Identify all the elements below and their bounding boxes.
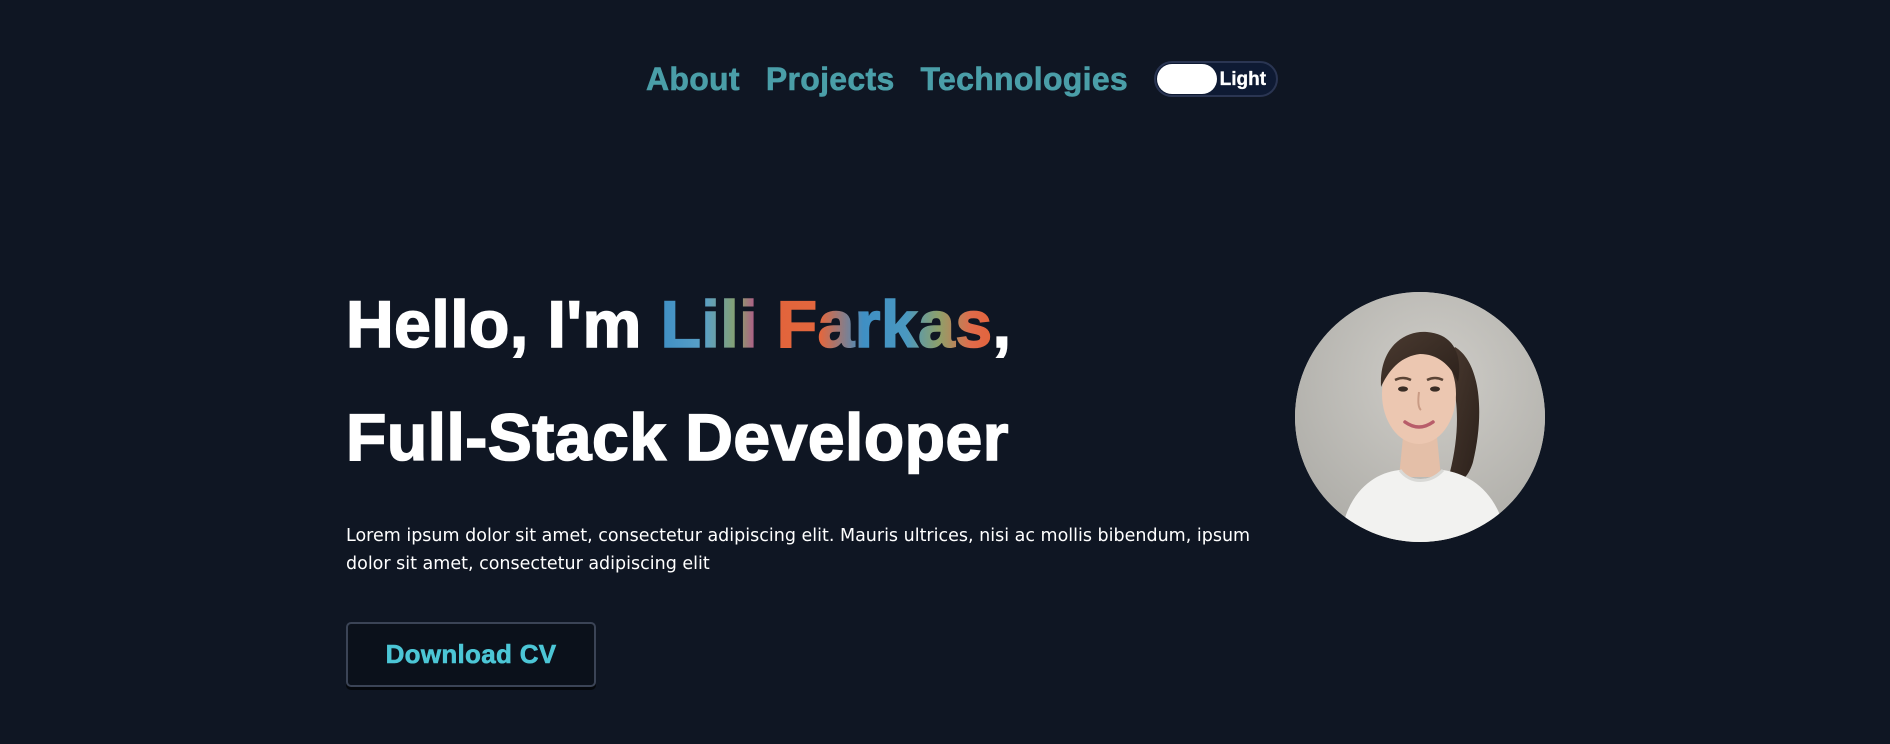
- hero-role: Full-Stack Developer: [345, 400, 1009, 474]
- nav-link-about[interactable]: About: [646, 60, 740, 98]
- download-cv-button[interactable]: Download CV: [346, 622, 596, 687]
- theme-toggle-label: Light: [1219, 69, 1267, 90]
- toggle-knob: [1157, 64, 1218, 94]
- theme-toggle[interactable]: Light: [1154, 61, 1279, 97]
- hero-description: Lorem ipsum dolor sit amet, consectetur …: [346, 526, 1251, 574]
- first-name: Lili: [660, 287, 758, 361]
- nav-link-technologies[interactable]: Technologies: [920, 60, 1128, 98]
- top-nav: About Projects Technologies Light: [0, 58, 1890, 100]
- nav-link-projects[interactable]: Projects: [766, 60, 895, 98]
- profile-photo: [1295, 292, 1545, 542]
- last-name: Farkas: [776, 287, 993, 361]
- hero-greeting: Hello, I'm Lili Farkas,: [345, 290, 1012, 358]
- profile-photo-illustration: [1295, 292, 1545, 542]
- download-cv-label: Download CV: [385, 639, 557, 670]
- greeting-comma: ,: [992, 287, 1012, 361]
- greeting-text: Hello, I'm: [345, 287, 661, 361]
